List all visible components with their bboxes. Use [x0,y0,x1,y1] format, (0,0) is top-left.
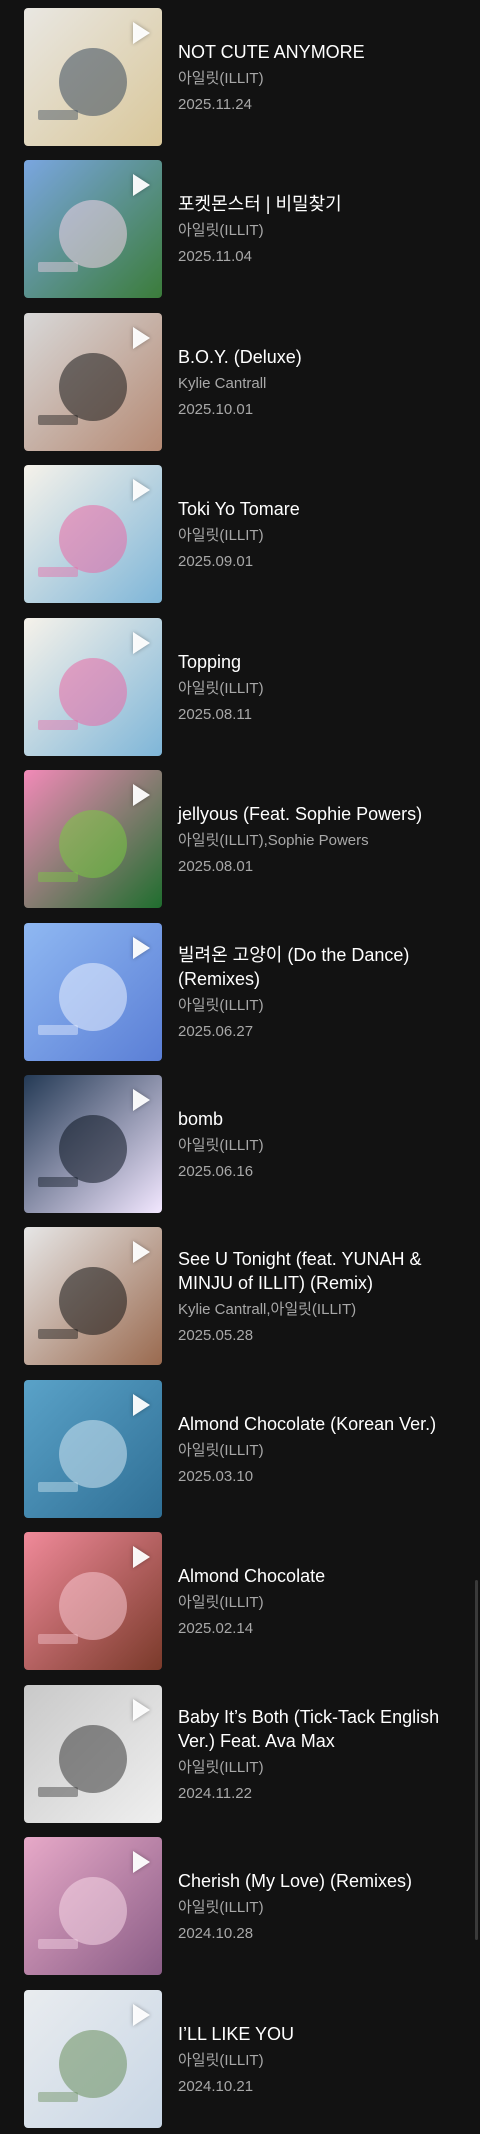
release-artist: 아일릿(ILLIT) [178,70,264,87]
release-date: 2024.10.21 [178,2078,254,2095]
play-icon[interactable] [133,1851,150,1873]
release-artist: 아일릿(ILLIT) [178,1899,264,1916]
release-date: 2025.05.28 [178,1327,254,1344]
play-icon[interactable] [133,937,150,959]
release-meta: jellyous (Feat. Sophie Powers) 아일릿(ILLIT)… [178,802,456,877]
release-item[interactable]: Cherish (My Love) (Remixes) 아일릿(ILLIT) 202… [0,1829,480,1981]
release-meta: I’LL LIKE YOU 아일릿(ILLIT) 2024.10.21 [178,2022,456,2097]
album-cover[interactable] [24,618,162,756]
release-title[interactable]: Almond Chocolate (Korean Ver.) [178,1412,456,1436]
release-date: 2025.03.10 [178,1468,254,1485]
release-meta: See U Tonight (feat. YUNAH & MINJU of IL… [178,1247,456,1346]
release-title[interactable]: B.O.Y. (Deluxe) [178,345,456,369]
play-icon[interactable] [133,1089,150,1111]
release-item[interactable]: Almond Chocolate 아일릿(ILLIT) 2025.02.14 [0,1524,480,1676]
release-meta: Almond Chocolate 아일릿(ILLIT) 2025.02.14 [178,1564,456,1639]
album-cover[interactable] [24,923,162,1061]
release-item[interactable]: jellyous (Feat. Sophie Powers) 아일릿(ILLIT)… [0,762,480,914]
album-cover[interactable] [24,1532,162,1670]
play-icon[interactable] [133,174,150,196]
release-title[interactable]: NOT CUTE ANYMORE [178,40,456,64]
play-icon[interactable] [133,1394,150,1416]
release-date: 2025.02.14 [178,1620,254,1637]
release-item[interactable]: Topping 아일릿(ILLIT) 2025.08.11 [0,610,480,762]
release-item[interactable]: Almond Chocolate (Korean Ver.) 아일릿(ILLIT)… [0,1372,480,1524]
play-icon[interactable] [133,1699,150,1721]
release-item[interactable]: B.O.Y. (Deluxe) Kylie Cantrall 2025.10.01 [0,305,480,457]
release-meta: bomb 아일릿(ILLIT) 2025.06.16 [178,1107,456,1182]
scrollbar[interactable] [475,1580,478,1940]
release-meta: Baby It’s Both (Tick-Tack English Ver.) … [178,1705,456,1804]
album-cover[interactable] [24,1685,162,1823]
release-artist: 아일릿(ILLIT) [178,527,264,544]
release-meta: Cherish (My Love) (Remixes) 아일릿(ILLIT) 202… [178,1869,456,1944]
play-icon[interactable] [133,22,150,44]
release-artist: Kylie Cantrall,아일릿(ILLIT) [178,1301,357,1318]
release-title[interactable]: Almond Chocolate [178,1564,456,1588]
release-item[interactable]: 포켓몬스터 | 비밀찾기아일릿(ILLIT) 2025.11.04 [0,152,480,304]
album-cover[interactable] [24,1075,162,1213]
release-title[interactable]: I’LL LIKE YOU [178,2022,456,2046]
release-meta: B.O.Y. (Deluxe) Kylie Cantrall 2025.10.01 [178,345,456,420]
album-cover[interactable] [24,465,162,603]
release-title[interactable]: jellyous (Feat. Sophie Powers) [178,802,456,826]
release-item[interactable]: I’LL LIKE YOU 아일릿(ILLIT) 2024.10.21 [0,1982,480,2134]
release-date: 2024.10.28 [178,1925,254,1942]
album-cover[interactable] [24,313,162,451]
play-icon[interactable] [133,2004,150,2026]
play-icon[interactable] [133,632,150,654]
album-cover[interactable] [24,1990,162,2128]
release-artist: 아일릿(ILLIT) [178,2052,264,2069]
release-artist: 아일릿(ILLIT),Sophie Powers [178,832,369,849]
release-meta: Topping 아일릿(ILLIT) 2025.08.11 [178,650,456,725]
release-title[interactable]: Cherish (My Love) (Remixes) [178,1869,456,1893]
play-icon[interactable] [133,784,150,806]
album-cover[interactable] [24,1380,162,1518]
release-date: 2025.06.16 [178,1163,254,1180]
album-cover[interactable] [24,8,162,146]
release-title[interactable]: See U Tonight (feat. YUNAH & MINJU of IL… [178,1247,456,1295]
release-item[interactable]: bomb 아일릿(ILLIT) 2025.06.16 [0,1067,480,1219]
release-meta: Toki Yo Tomare 아일릿(ILLIT) 2025.09.01 [178,497,456,572]
release-date: 2025.08.01 [178,858,254,875]
album-cover[interactable] [24,160,162,298]
release-date: 2025.06.27 [178,1023,254,1040]
album-cover[interactable] [24,770,162,908]
release-title[interactable]: 포켓몬스터 | 비밀찾기 [178,192,456,216]
release-item[interactable]: Toki Yo Tomare 아일릿(ILLIT) 2025.09.01 [0,457,480,609]
release-artist: 아일릿(ILLIT) [178,997,264,1014]
release-item[interactable]: 빌려온 고양이 (Do the Dance) (Remixes) 아일릿(ILLI… [0,915,480,1067]
release-meta: 포켓몬스터 | 비밀찾기아일릿(ILLIT) 2025.11.04 [178,192,456,267]
album-cover[interactable] [24,1837,162,1975]
release-date: 2025.11.24 [178,96,252,113]
release-item[interactable]: NOT CUTE ANYMORE 아일릿(ILLIT) 2025.11.24 [0,0,480,152]
release-date: 2025.09.01 [178,553,254,570]
release-date: 2025.10.01 [178,401,254,418]
release-item[interactable]: Baby It’s Both (Tick-Tack English Ver.) … [0,1677,480,1829]
release-title[interactable]: Toki Yo Tomare [178,497,456,521]
release-artist: 아일릿(ILLIT) [178,1759,264,1776]
release-meta: Almond Chocolate (Korean Ver.) 아일릿(ILLIT)… [178,1412,456,1487]
release-title[interactable]: 빌려온 고양이 (Do the Dance) (Remixes) [178,943,456,991]
play-icon[interactable] [133,327,150,349]
release-artist: 아일릿(ILLIT) [178,1442,264,1459]
release-date: 2025.11.04 [178,248,252,265]
release-artist: 아일릿(ILLIT) [178,1137,264,1154]
album-cover[interactable] [24,1227,162,1365]
release-artist: 아일릿(ILLIT) [178,680,264,697]
release-title[interactable]: Baby It’s Both (Tick-Tack English Ver.) … [178,1705,456,1753]
release-date: 2025.08.11 [178,706,252,723]
release-item[interactable]: See U Tonight (feat. YUNAH & MINJU of IL… [0,1219,480,1371]
release-artist: Kylie Cantrall [178,375,267,392]
release-artist: 아일릿(ILLIT) [178,222,264,239]
play-icon[interactable] [133,479,150,501]
release-meta: NOT CUTE ANYMORE 아일릿(ILLIT) 2025.11.24 [178,40,456,115]
release-artist: 아일릿(ILLIT) [178,1594,264,1611]
release-title[interactable]: bomb [178,1107,456,1131]
release-date: 2024.11.22 [178,1785,252,1802]
play-icon[interactable] [133,1546,150,1568]
play-icon[interactable] [133,1241,150,1263]
release-meta: 빌려온 고양이 (Do the Dance) (Remixes) 아일릿(ILLI… [178,943,456,1042]
release-title[interactable]: Topping [178,650,456,674]
